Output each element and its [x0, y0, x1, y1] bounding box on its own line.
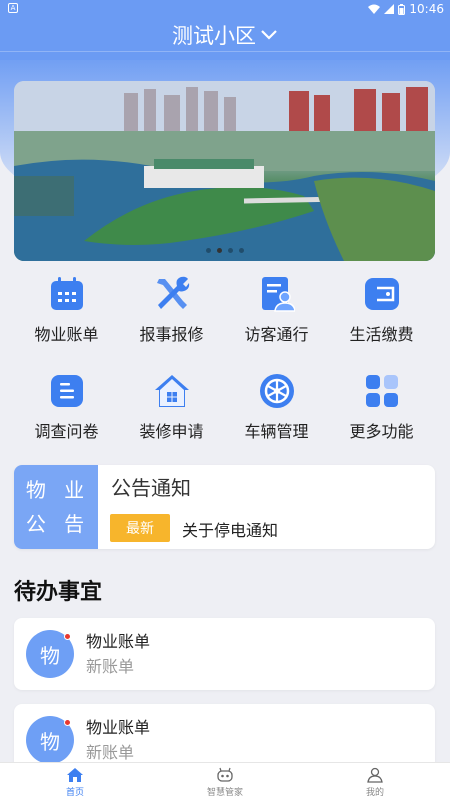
carousel-dot [205, 248, 211, 253]
community-selector[interactable]: 测试小区 [0, 18, 450, 52]
carousel-dot [227, 248, 233, 253]
service-label: 调查问卷 [34, 422, 99, 441]
wallet-icon [363, 275, 401, 313]
chevron-down-icon [261, 29, 277, 40]
community-name: 测试小区 [172, 23, 256, 48]
house-icon [153, 372, 191, 410]
service-repair[interactable]: 报事报修 [119, 275, 224, 345]
task-title: 物业账单 [86, 632, 151, 651]
bottom-tab-bar: 首页 智慧管家 我的 [0, 762, 450, 800]
todo-section-title: 待办事宜 [14, 580, 103, 605]
survey-icon [48, 372, 86, 410]
carousel-dot-active [216, 248, 222, 253]
signal-icon [384, 4, 395, 14]
unread-dot [64, 719, 71, 726]
home-icon [67, 768, 83, 782]
new-badge: 最新 [110, 514, 170, 542]
calendar-icon [48, 275, 86, 313]
wheel-icon [258, 372, 296, 410]
service-more[interactable]: 更多功能 [329, 372, 434, 442]
service-renovation[interactable]: 装修申请 [119, 372, 224, 442]
announcement-text[interactable]: 关于停电通知 [182, 517, 278, 541]
service-property-bill[interactable]: 物业账单 [14, 275, 119, 345]
grid-icon [363, 372, 401, 410]
service-label: 报事报修 [139, 325, 204, 344]
tab-home[interactable]: 首页 [0, 763, 150, 800]
service-label: 装修申请 [139, 422, 204, 441]
banner-image [14, 81, 435, 261]
services-row-2: 调查问卷 装修申请 车辆管理 更多功能 [14, 372, 435, 442]
task-subtitle: 新账单 [86, 743, 135, 762]
user-icon [367, 767, 383, 783]
tab-label: 智慧管家 [206, 788, 243, 798]
robot-icon [217, 767, 233, 782]
task-title: 物业账单 [86, 718, 151, 737]
services-row-1: 物业账单 报事报修 访客通行 生活缴费 [14, 275, 435, 345]
visitor-icon [258, 275, 296, 313]
tab-mine[interactable]: 我的 [300, 763, 450, 800]
carousel-indicator [14, 248, 435, 253]
tab-label: 我的 [365, 788, 384, 798]
tools-icon [153, 275, 191, 313]
service-survey[interactable]: 调查问卷 [14, 372, 119, 442]
wifi-icon [368, 4, 381, 14]
tab-smart-butler[interactable]: 智慧管家 [150, 763, 300, 800]
announcement-tag-line2: 公 告 [25, 512, 91, 536]
service-visitor[interactable]: 访客通行 [224, 275, 329, 345]
service-label: 生活缴费 [349, 325, 414, 344]
service-vehicle[interactable]: 车辆管理 [224, 372, 329, 442]
unread-dot [64, 633, 71, 640]
banner-carousel[interactable] [14, 81, 435, 261]
tab-label: 首页 [65, 788, 84, 798]
todo-item[interactable]: 物 物业账单 新账单 [14, 618, 435, 690]
service-label: 物业账单 [34, 325, 99, 344]
battery-icon [398, 3, 406, 15]
carousel-dot [238, 248, 244, 253]
service-payment[interactable]: 生活缴费 [329, 275, 434, 345]
service-label: 访客通行 [244, 325, 309, 344]
status-bar: A 10:46 [0, 0, 450, 18]
announcement-card[interactable]: 物 业 公 告 公告通知 最新 关于停电通知 [14, 465, 435, 549]
announcement-title: 公告通知 [111, 476, 191, 500]
task-subtitle: 新账单 [86, 657, 135, 676]
notification-icon: A [8, 3, 18, 13]
announcement-tag-line1: 物 业 [25, 478, 91, 502]
announcement-tag: 物 业 公 告 [14, 465, 98, 549]
service-label: 车辆管理 [244, 422, 309, 441]
service-label: 更多功能 [349, 422, 414, 441]
clock: 10:46 [409, 2, 444, 16]
